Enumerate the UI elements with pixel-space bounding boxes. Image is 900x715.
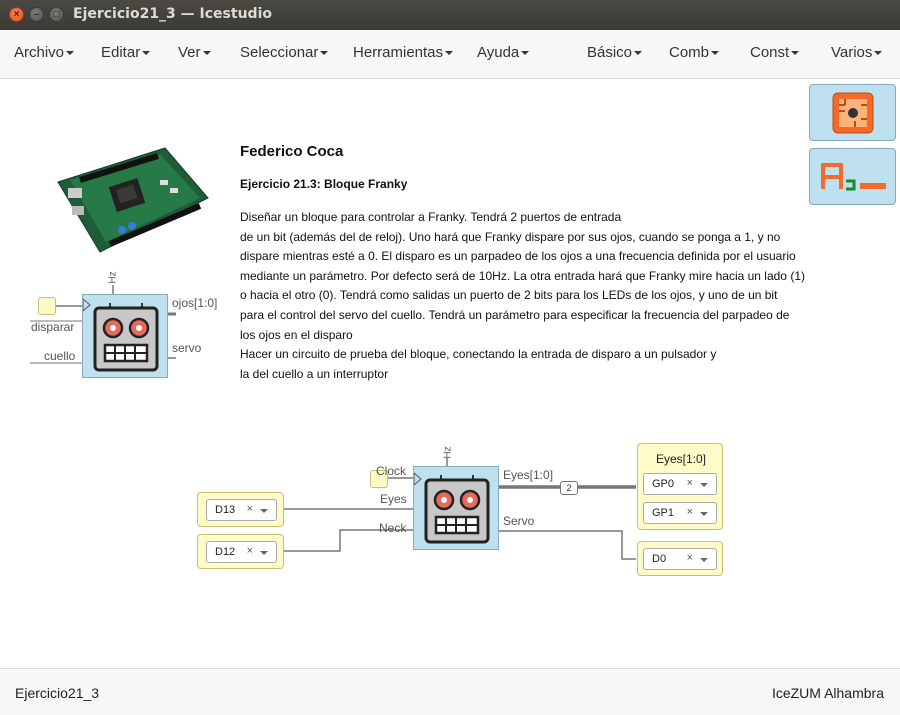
chip-icon	[832, 92, 874, 134]
close-window-button[interactable]: ×	[9, 7, 24, 22]
example-input-disparar: disparar	[31, 320, 75, 334]
example-franky-block[interactable]	[82, 294, 168, 378]
info-line: dispare mientras esté a 0. El disparo es…	[240, 249, 796, 264]
circuit-neck-input-label: Neck	[379, 521, 407, 535]
eyes-group-title: Eyes[1:0]	[655, 452, 707, 466]
example-output-servo: servo	[172, 341, 202, 355]
menu-basico[interactable]: Básico	[587, 44, 643, 61]
pin-select-gp0[interactable]: GP0 ×	[643, 473, 717, 495]
circuit-eyes-output-label: Eyes[1:0]	[503, 468, 554, 482]
status-bar: Ejercicio21_3 IceZUM Alhambra	[0, 668, 900, 715]
chevron-down-icon	[260, 509, 268, 513]
menu-herramientas[interactable]: Herramientas	[353, 44, 454, 61]
info-line: Hacer un circuito de prueba del bloque, …	[240, 347, 717, 362]
menu-const[interactable]: Const	[750, 44, 800, 61]
clear-icon[interactable]: ×	[687, 477, 693, 489]
status-board-name[interactable]: IceZUM Alhambra	[772, 685, 884, 701]
fpga-board-image	[57, 147, 209, 253]
info-author: Federico Coca	[240, 143, 344, 160]
input-pin-d12: D12 ×	[197, 534, 284, 569]
menu-comb[interactable]: Comb	[669, 44, 720, 61]
circuit-eyes-input-label: Eyes	[380, 492, 407, 506]
example-output-ojos: ojos[1:0]	[172, 296, 218, 310]
menu-ayuda[interactable]: Ayuda	[477, 44, 530, 61]
clear-icon[interactable]: ×	[687, 552, 693, 564]
maximize-window-button[interactable]: □	[49, 7, 64, 22]
menu-editar[interactable]: Editar	[101, 44, 151, 61]
status-project-name: Ejercicio21_3	[15, 685, 100, 701]
info-line: para el control del servo del cuello. Te…	[240, 307, 790, 322]
toolbox-chip-button[interactable]	[809, 84, 896, 141]
output-servo-pin: D0 ×	[637, 541, 723, 576]
output-eyes-group: Eyes[1:0] GP0 × GP1 ×	[637, 443, 723, 530]
bus-width-badge: 2	[560, 481, 578, 495]
pin-select-gp1[interactable]: GP1 ×	[643, 502, 717, 524]
pin-select-d0[interactable]: D0 ×	[643, 548, 717, 570]
menu-varios[interactable]: Varios	[831, 44, 883, 61]
example-input-cuello: cuello	[44, 349, 76, 363]
info-paragraph: Diseñar un bloque para controlar a Frank…	[240, 208, 840, 384]
info-line: mediante un parámetro. Por defecto será …	[240, 268, 805, 283]
menu-archivo[interactable]: Archivo	[14, 44, 75, 61]
chevron-down-icon	[700, 558, 708, 562]
minimize-window-button[interactable]: –	[29, 7, 44, 22]
info-line: de un bit (además del de reloj). Uno har…	[240, 229, 781, 244]
title-bar: × – □ Ejercicio21_3 — Icestudio	[0, 0, 900, 30]
circuit-franky-block[interactable]	[413, 466, 499, 550]
info-line: la del cuello a un interruptor	[240, 366, 389, 381]
menu-bar: Archivo Editar Ver Seleccionar Herramien…	[0, 30, 900, 79]
pin-select-d13[interactable]: D13 ×	[206, 499, 277, 521]
pin-select-d12[interactable]: D12 ×	[206, 541, 277, 563]
example-param-label: Hz	[107, 271, 119, 284]
chevron-down-icon	[700, 483, 708, 487]
circuit-servo-output-label: Servo	[503, 514, 535, 528]
clear-icon[interactable]: ×	[247, 503, 253, 515]
info-line: o hacia el otro (0). Tendrá como salidas…	[240, 288, 778, 303]
robot-icon	[82, 297, 159, 372]
example-disparar-input	[38, 297, 56, 315]
robot-icon	[413, 471, 490, 544]
clear-icon[interactable]: ×	[247, 545, 253, 557]
menu-seleccionar[interactable]: Seleccionar	[240, 44, 329, 61]
chevron-down-icon	[260, 551, 268, 555]
circuit-param-label: Hz	[442, 446, 454, 459]
clear-icon[interactable]: ×	[687, 506, 693, 518]
info-subtitle: Ejercicio 21.3: Bloque Franky	[240, 177, 408, 191]
input-pin-d13: D13 ×	[197, 492, 284, 527]
chevron-down-icon	[700, 512, 708, 516]
info-line: los ojos en el disparo	[240, 327, 353, 342]
menu-ver[interactable]: Ver	[178, 44, 211, 61]
info-line: Diseñar un bloque para controlar a Frank…	[240, 210, 622, 224]
window-title: Ejercicio21_3 — Icestudio	[73, 6, 272, 22]
circuit-clock-label: Clock	[376, 464, 407, 478]
